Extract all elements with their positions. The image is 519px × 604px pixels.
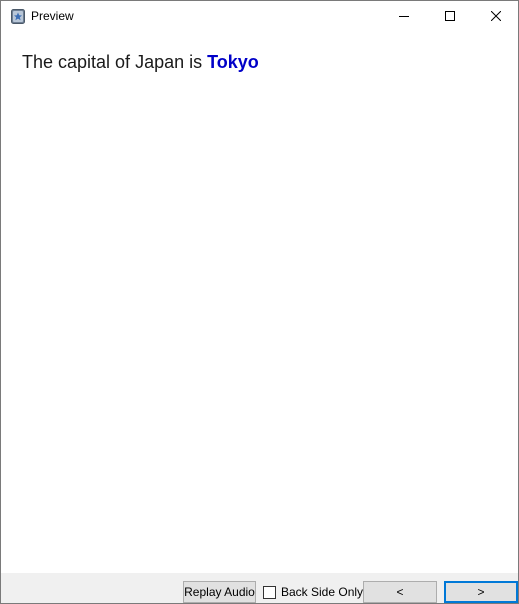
card-question-text: The capital of Japan is [22,52,208,72]
checkbox-box[interactable] [263,585,276,599]
card-preview-area: The capital of Japan is Tokyo [1,31,518,573]
card-text: The capital of Japan is Tokyo [22,51,259,73]
card-answer-text: Tokyo [207,52,259,72]
back-side-only-checkbox[interactable]: Back Side Only [263,584,363,600]
previous-card-button[interactable]: < [363,581,437,603]
anki-star-icon [11,9,25,24]
bottom-toolbar: Replay Audio Back Side Only < > [1,573,518,603]
minimize-button[interactable] [381,1,427,31]
back-side-only-label: Back Side Only [281,585,364,599]
close-button[interactable] [473,1,518,31]
next-card-button[interactable]: > [444,581,518,603]
title-bar[interactable]: Preview [1,1,518,31]
window-title: Preview [31,9,74,23]
close-icon [491,11,501,21]
replay-audio-button[interactable]: Replay Audio [183,581,256,603]
minimize-icon [399,11,409,21]
preview-window: Preview The capital of Japan is Tokyo Re… [0,0,519,604]
maximize-button[interactable] [427,1,473,31]
maximize-icon [445,11,455,21]
